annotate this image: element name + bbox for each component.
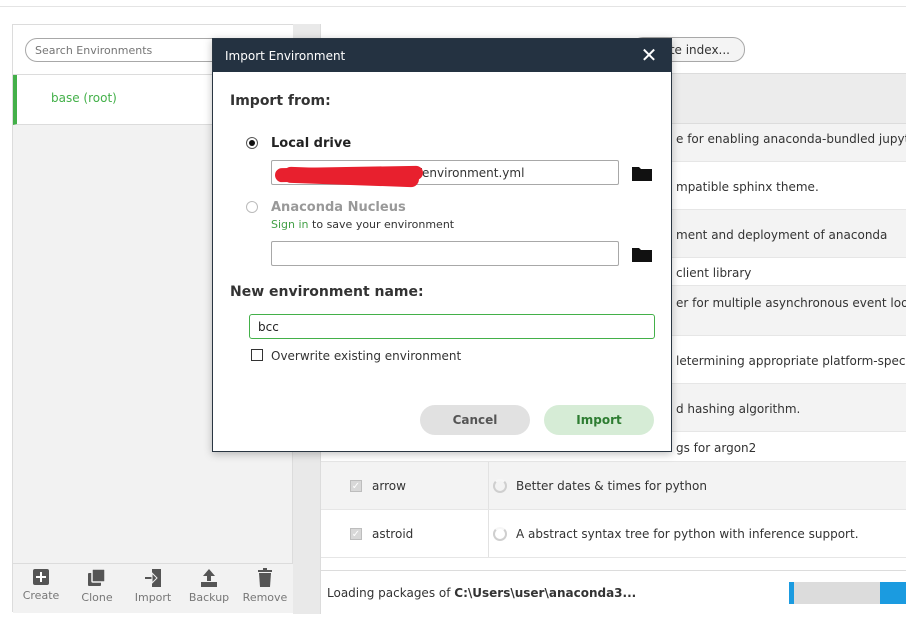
import-environment-dialog: Import Environment ✕ Import from: Local … bbox=[212, 38, 672, 452]
progress-fill-start bbox=[789, 582, 794, 604]
status-text: Loading packages of C:\Users\user\anacon… bbox=[327, 586, 636, 600]
import-label: Import bbox=[134, 591, 172, 604]
backup-button[interactable]: Backup bbox=[181, 566, 237, 612]
status-bar: Loading packages of C:\Users\user\anacon… bbox=[321, 570, 906, 614]
cancel-button[interactable]: Cancel bbox=[420, 405, 530, 435]
create-button[interactable]: Create bbox=[13, 566, 69, 612]
package-checkbox[interactable]: ✓ bbox=[350, 480, 362, 492]
upload-icon bbox=[201, 569, 217, 587]
backup-label: Backup bbox=[188, 591, 230, 604]
overwrite-label: Overwrite existing environment bbox=[271, 349, 462, 363]
package-description: er for multiple asynchronous event loop bbox=[676, 296, 906, 310]
package-description: A abstract syntax tree for python with i… bbox=[516, 527, 859, 541]
table-row: ✓ arrow Better dates & times for python bbox=[321, 462, 906, 510]
column-divider bbox=[488, 510, 489, 557]
package-name: astroid bbox=[372, 527, 414, 541]
loading-progress-bar bbox=[789, 582, 906, 604]
package-description: d hashing algorithm. bbox=[676, 402, 801, 416]
overwrite-checkbox[interactable] bbox=[251, 349, 263, 361]
import-button[interactable]: Import bbox=[125, 566, 181, 612]
create-label: Create bbox=[22, 589, 60, 602]
package-description: client library bbox=[676, 266, 752, 280]
status-path: C:\Users\user\anaconda3... bbox=[454, 586, 637, 600]
environment-toolbar: Create Clone Import Backup Remove bbox=[13, 563, 294, 613]
clone-button[interactable]: Clone bbox=[69, 566, 125, 612]
close-icon[interactable]: ✕ bbox=[639, 45, 659, 65]
folder-icon[interactable] bbox=[632, 165, 652, 181]
anaconda-nucleus-label: Anaconda Nucleus bbox=[271, 200, 406, 215]
status-prefix: Loading packages of bbox=[327, 586, 455, 600]
column-divider bbox=[488, 462, 489, 509]
package-description: Better dates & times for python bbox=[516, 479, 707, 493]
local-drive-label: Local drive bbox=[271, 136, 352, 151]
dialog-title-bar: Import Environment ✕ bbox=[213, 39, 671, 72]
sign-in-hint: Sign in to save your environment bbox=[271, 218, 454, 231]
package-description: mpatible sphinx theme. bbox=[676, 180, 819, 194]
top-border bbox=[0, 0, 906, 7]
folder-icon[interactable] bbox=[632, 246, 652, 262]
loading-spinner-icon bbox=[493, 527, 507, 541]
loading-spinner-icon bbox=[493, 479, 507, 493]
table-row: ✓ astroid A abstract syntax tree for pyt… bbox=[321, 510, 906, 558]
local-drive-radio[interactable] bbox=[246, 137, 258, 149]
import-from-heading: Import from: bbox=[230, 93, 331, 109]
clone-label: Clone bbox=[81, 591, 113, 604]
remove-button[interactable]: Remove bbox=[237, 566, 293, 612]
package-description: ment and deployment of anaconda bbox=[676, 228, 888, 242]
package-checkbox[interactable]: ✓ bbox=[350, 528, 362, 540]
anaconda-nucleus-radio[interactable] bbox=[246, 201, 258, 213]
package-description: letermining appropriate platform-specifi… bbox=[676, 354, 906, 368]
nucleus-path-input[interactable] bbox=[271, 241, 619, 266]
clone-icon bbox=[88, 568, 106, 586]
progress-fill-end bbox=[880, 582, 906, 604]
sign-in-suffix: to save your environment bbox=[308, 218, 455, 231]
new-environment-name-heading: New environment name: bbox=[230, 284, 424, 300]
import-icon bbox=[145, 569, 161, 587]
sign-in-link[interactable]: Sign in bbox=[271, 218, 309, 231]
plus-square-icon bbox=[33, 569, 49, 585]
package-name: arrow bbox=[372, 479, 406, 493]
dialog-title: Import Environment bbox=[225, 49, 346, 63]
package-description: gs for argon2 bbox=[676, 441, 757, 455]
trash-icon bbox=[258, 568, 272, 587]
import-button[interactable]: Import bbox=[544, 405, 654, 435]
package-description: e for enabling anaconda-bundled jupyter … bbox=[676, 132, 906, 146]
environment-label: base (root) bbox=[51, 91, 117, 105]
remove-label: Remove bbox=[242, 591, 288, 604]
environment-name-input[interactable] bbox=[249, 314, 655, 339]
